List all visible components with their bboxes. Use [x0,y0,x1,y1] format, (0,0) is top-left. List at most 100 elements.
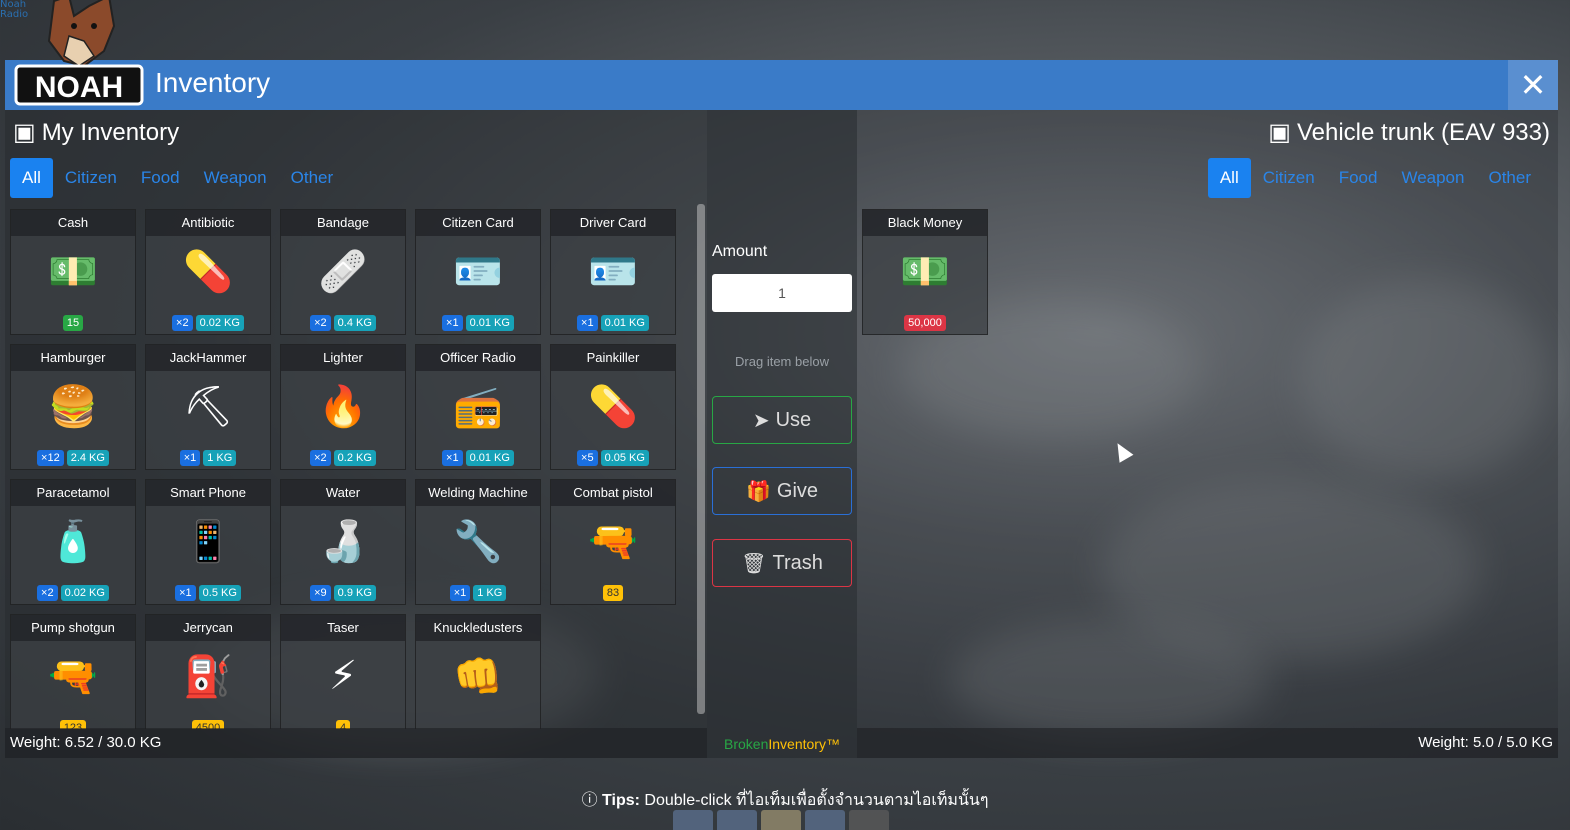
item-badge: ×9 [310,585,331,601]
inventory-item[interactable]: Combat pistol 🔫 83 [550,479,676,605]
left-scrollbar[interactable] [697,204,705,714]
brand-label: BrokenInventory™ [724,736,840,752]
window-title: Inventory [155,67,271,98]
left-tab-citizen[interactable]: Citizen [53,158,129,198]
inventory-item[interactable]: Cash 💵 15 [10,209,136,335]
item-badge: 1 KG [203,450,237,466]
use-button[interactable]: ➤ Use [712,396,852,444]
item-badges: 83 [551,585,675,601]
lighter-icon: 🔥 [318,383,368,430]
item-badge: 0.4 KG [333,315,376,331]
right-tab-all[interactable]: All [1207,158,1251,198]
drag-hint: Drag item below [735,354,829,369]
left-weight: Weight: 6.52 / 30.0 KG [5,728,707,758]
burger-icon: 🍔 [48,383,98,430]
item-badges: ×2 0.4 KG [281,315,405,331]
item-badge: ×12 [37,450,64,466]
item-badge: ×2 [37,585,58,601]
inventory-item[interactable]: Hamburger 🍔 ×12 2.4 KG [10,344,136,470]
cursor-icon: ➤ [752,409,770,432]
trash-button[interactable]: 🗑 Trash [712,539,852,587]
item-name: Pump shotgun [11,615,135,641]
inventory-item[interactable]: Knuckledusters 👊 [415,614,541,729]
left-tab-other[interactable]: Other [279,158,346,198]
item-badges: ×1 0.01 KG [551,315,675,331]
hud-food-icon [761,810,801,830]
right-tab-food[interactable]: Food [1327,158,1390,198]
item-badges: 50,000 [863,315,987,331]
item-badge: ×5 [577,450,598,466]
item-name: Officer Radio [416,345,540,371]
left-tab-weapon[interactable]: Weapon [192,158,279,198]
medicine-bottle-icon: 🧴 [48,518,98,565]
inventory-item[interactable]: Driver Card 🪪 ×1 0.01 KG [550,209,676,335]
inventory-item[interactable]: Antibiotic 💊 ×2 0.02 KG [145,209,271,335]
my-inventory-heading: ▣ My Inventory [13,118,180,147]
cash-icon: 💵 [48,248,98,295]
item-badges: ×5 0.05 KG [551,450,675,466]
item-badge: ×1 [577,315,598,331]
item-badge: 50,000 [904,315,946,331]
item-name: Hamburger [11,345,135,371]
left-item-grid: Cash 💵 15 Antibiotic 💊 ×2 0.02 KG Bandage 🩹 ×2 0.4… [10,209,685,729]
inventory-item[interactable]: Jerrycan ⛽ 4500 [145,614,271,729]
item-badge: 0.5 KG [198,585,241,601]
knuckles-icon: 👊 [453,653,503,700]
inventory-item[interactable]: Lighter 🔥 ×2 0.2 KG [280,344,406,470]
item-badge: ×2 [172,315,193,331]
item-badges: ×2 0.02 KG [11,585,135,601]
inventory-item[interactable]: Citizen Card 🪪 ×1 0.01 KG [415,209,541,335]
right-tab-weapon[interactable]: Weapon [1389,158,1476,198]
item-badge: 0.01 KG [600,315,649,331]
jerrycan-icon: ⛽ [183,653,233,700]
left-tab-all[interactable]: All [10,158,53,198]
inventory-item[interactable]: Smart Phone 📱 ×1 0.5 KG [145,479,271,605]
item-name: Jerrycan [146,615,270,641]
item-badge: ×1 [175,585,196,601]
give-button[interactable]: 🎁 Give [712,467,852,515]
item-badges: ×1 0.5 KG [146,585,270,601]
left-tab-food[interactable]: Food [129,158,192,198]
trash-icon: 🗑 [741,552,767,575]
window-header: Inventory ✕ [5,60,1558,110]
inventory-item[interactable]: Painkiller 💊 ×5 0.05 KG [550,344,676,470]
inventory-item[interactable]: Officer Radio 📻 ×1 0.01 KG [415,344,541,470]
inventory-item[interactable]: Water 🍶 ×9 0.9 KG [280,479,406,605]
item-badge: ×1 [179,450,201,466]
right-tab-citizen[interactable]: Citizen [1251,158,1327,198]
inventory-item[interactable]: Welding Machine 🔧 ×1 1 KG [415,479,541,605]
bandage-icon: 🩹 [318,248,368,295]
phone-icon: 📱 [183,518,233,565]
hud-health-icon [673,810,713,830]
item-name: Bandage [281,210,405,236]
pill-bottle-icon: 💊 [588,383,638,430]
item-badge: 1 KG [473,585,507,601]
item-badge: 0.02 KG [60,585,109,601]
inventory-item[interactable]: Pump shotgun 🔫 123 [10,614,136,729]
inventory-item[interactable]: Taser ⚡ 4 [280,614,406,729]
hud-water-icon [805,810,845,830]
item-badge: ×1 [442,450,463,466]
item-badge: 15 [62,315,84,331]
item-name: Antibiotic [146,210,270,236]
item-name: Welding Machine [416,480,540,506]
right-tab-other[interactable]: Other [1476,158,1543,198]
item-badges: ×12 2.4 KG [11,450,135,466]
item-name: Taser [281,615,405,641]
inventory-item[interactable]: Bandage 🩹 ×2 0.4 KG [280,209,406,335]
item-badges: ×1 0.01 KG [416,315,540,331]
inventory-item[interactable]: Black Money 💵 50,000 [862,209,988,335]
money-icon: 💵 [900,248,950,295]
inventory-item[interactable]: JackHammer ⛏ ×1 1 KG [145,344,271,470]
noah-logo: NOAH [14,0,144,106]
water-bottle-icon: 🍶 [318,518,368,565]
my-inventory-panel: ▣ My Inventory All Citizen Food Weapon O… [5,110,707,758]
item-badge: 2.4 KG [66,450,109,466]
item-badge: ×2 [310,315,331,331]
amount-input[interactable] [712,274,852,312]
close-button[interactable]: ✕ [1508,60,1558,110]
archive-icon: ▣ [13,119,36,146]
info-icon: ⓘ [581,792,598,809]
inventory-item[interactable]: Paracetamol 🧴 ×2 0.02 KG [10,479,136,605]
item-badge: 0.9 KG [333,585,376,601]
